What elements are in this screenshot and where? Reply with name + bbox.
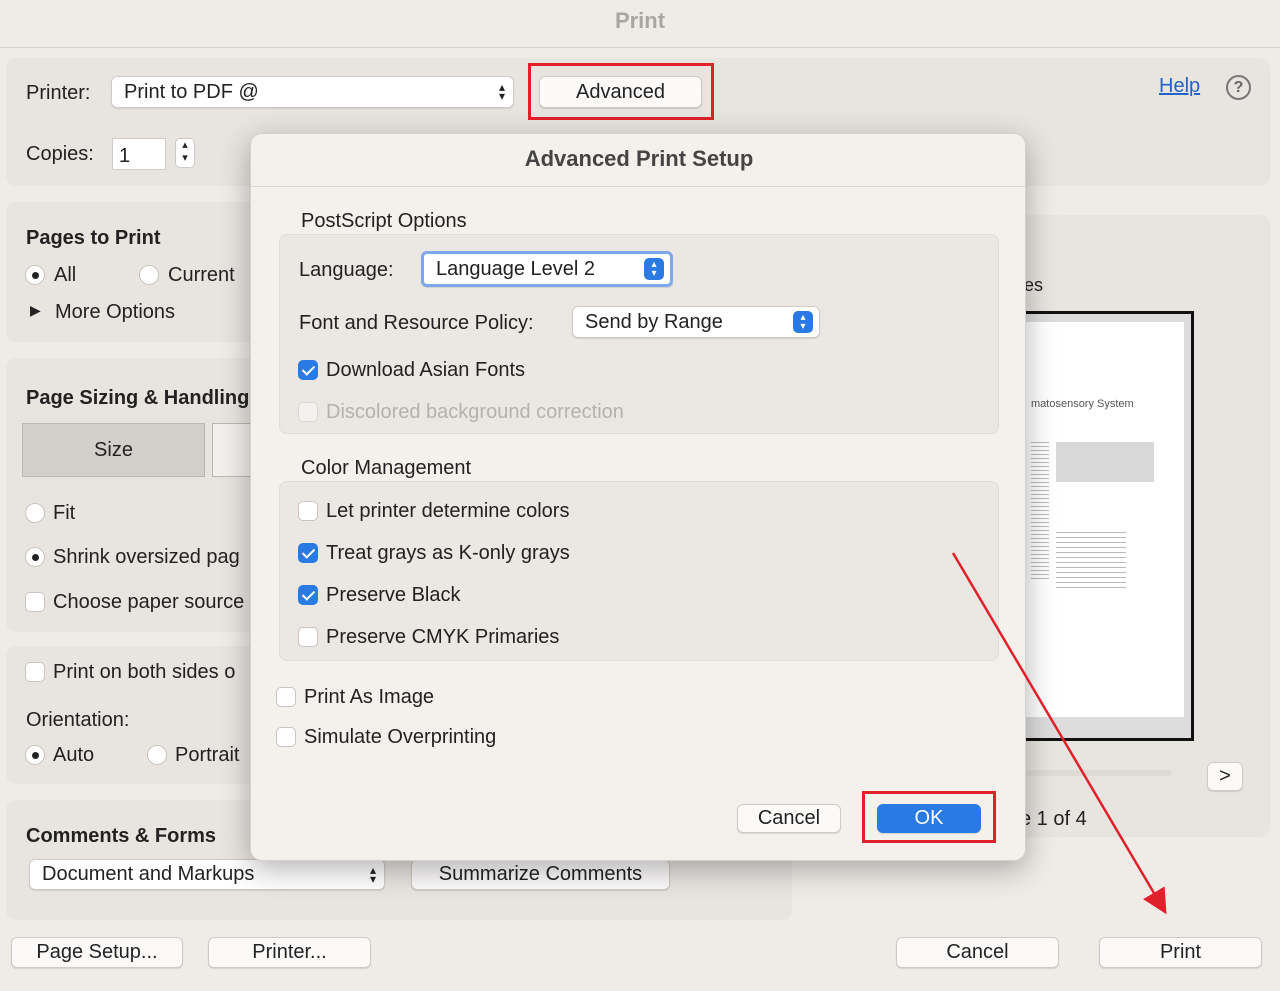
arrow-line — [951, 552, 1167, 915]
annotation-arrow — [951, 552, 1167, 915]
